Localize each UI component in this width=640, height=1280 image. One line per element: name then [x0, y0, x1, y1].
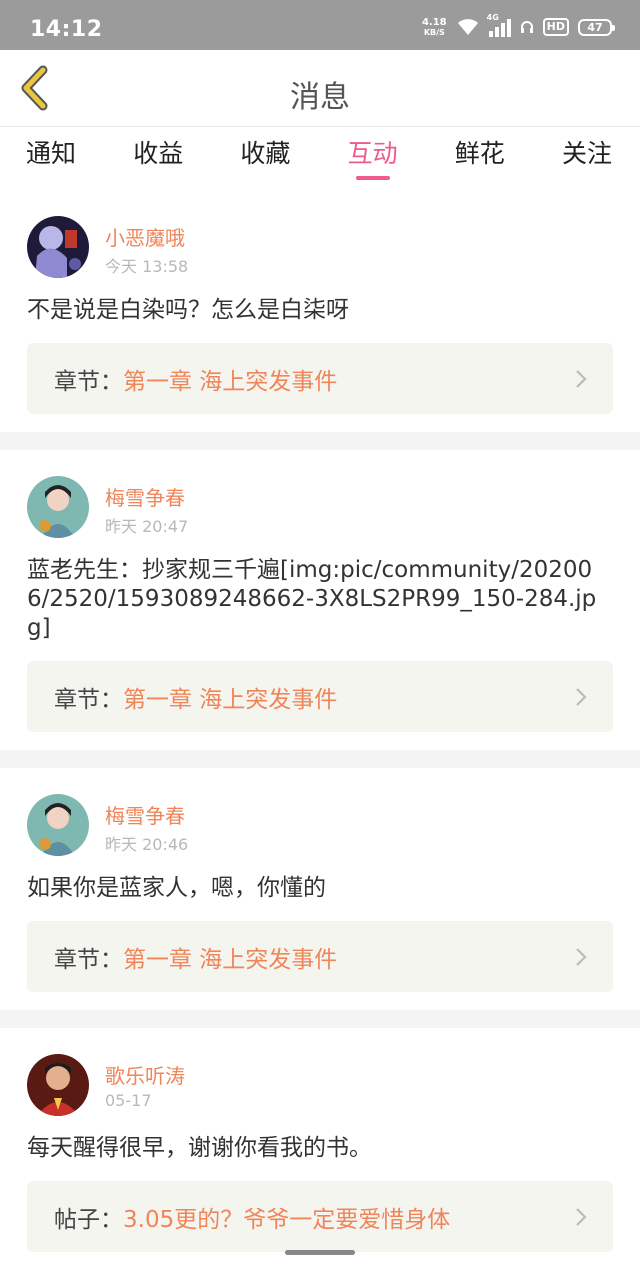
avatar[interactable]	[27, 216, 89, 278]
nav-bar: 消息	[0, 50, 640, 127]
headphone-icon	[520, 21, 533, 33]
message-text: 蓝老先生：抄家规三千遍[img:pic/community/202006/252…	[27, 557, 597, 641]
divider	[0, 1010, 640, 1028]
link-type-label: 章节：	[54, 686, 123, 713]
wifi-icon	[457, 19, 478, 35]
username[interactable]: 歌乐听涛	[105, 1060, 185, 1089]
divider	[0, 750, 640, 768]
username[interactable]: 梅雪争春	[105, 800, 185, 829]
tab-notifications[interactable]: 通知	[26, 128, 76, 188]
network-speed: 4.18 KB/S	[421, 16, 447, 37]
link-type-label: 帖子：	[54, 1206, 123, 1233]
message-card: 小恶魔哦 今天 13:58 不是说是白染吗？怎么是白柒呀 章节： 第一章 海上突…	[0, 190, 640, 432]
chevron-right-icon	[576, 1208, 587, 1226]
link-title: 第一章 海上突发事件	[123, 686, 338, 713]
message-time: 今天 13:58	[105, 257, 189, 276]
tab-interactions[interactable]: 互动	[348, 128, 398, 188]
chapter-link[interactable]: 章节： 第一章 海上突发事件	[27, 343, 613, 414]
message-text: 不是说是白染吗？怎么是白柒呀	[27, 297, 349, 323]
tab-earnings[interactable]: 收益	[133, 128, 183, 188]
avatar[interactable]	[27, 1054, 89, 1116]
link-title: 第一章 海上突发事件	[123, 946, 338, 973]
avatar[interactable]	[27, 794, 89, 856]
message-time: 05-17	[105, 1091, 152, 1110]
status-time: 14:12	[30, 17, 103, 42]
chevron-right-icon	[576, 370, 587, 388]
message-card: 梅雪争春 昨天 20:47 蓝老先生：抄家规三千遍[img:pic/commun…	[0, 450, 640, 750]
tab-flowers[interactable]: 鲜花	[455, 128, 505, 188]
tab-favorites[interactable]: 收藏	[240, 128, 290, 188]
chevron-right-icon	[576, 688, 587, 706]
link-type-label: 章节：	[54, 368, 123, 395]
page-title: 消息	[290, 80, 350, 115]
message-text: 每天醒得很早，谢谢你看我的书。	[27, 1135, 372, 1161]
username[interactable]: 梅雪争春	[105, 482, 185, 511]
divider	[0, 432, 640, 450]
message-card: 歌乐听涛 05-17 每天醒得很早，谢谢你看我的书。 帖子： 3.05更的？爷爷…	[0, 1028, 640, 1252]
battery-icon: 47	[578, 18, 615, 36]
username[interactable]: 小恶魔哦	[105, 222, 185, 251]
post-link[interactable]: 帖子： 3.05更的？爷爷一定要爱惜身体	[27, 1181, 613, 1252]
message-text: 如果你是蓝家人，嗯，你懂的	[27, 875, 326, 901]
link-title: 3.05更的？爷爷一定要爱惜身体	[123, 1206, 451, 1233]
status-icons: 4.18 KB/S 4G HD 47	[421, 13, 615, 38]
hd-badge: HD	[542, 18, 569, 36]
link-type-label: 章节：	[54, 946, 123, 973]
chevron-right-icon	[576, 948, 587, 966]
active-tab-indicator	[355, 176, 390, 180]
signal-icon: 4G	[487, 13, 511, 37]
home-indicator[interactable]	[285, 1250, 355, 1255]
network-speed-unit: KB/S	[423, 27, 445, 37]
tab-following[interactable]: 关注	[562, 128, 612, 188]
link-title: 第一章 海上突发事件	[123, 368, 338, 395]
message-card: 梅雪争春 昨天 20:46 如果你是蓝家人，嗯，你懂的 章节： 第一章 海上突发…	[0, 768, 640, 1010]
message-time: 昨天 20:46	[105, 835, 189, 854]
network-speed-value: 4.18	[421, 16, 447, 28]
battery-level: 47	[587, 20, 603, 34]
network-type: 4G	[486, 13, 499, 22]
message-time: 昨天 20:47	[105, 517, 189, 536]
avatar[interactable]	[27, 476, 89, 538]
status-bar: 14:12 4.18 KB/S 4G HD 47	[0, 0, 640, 50]
message-list: 小恶魔哦 今天 13:58 不是说是白染吗？怎么是白柒呀 章节： 第一章 海上突…	[0, 190, 640, 1252]
chapter-link[interactable]: 章节： 第一章 海上突发事件	[27, 921, 613, 992]
tab-bar: 通知 收益 收藏 互动 鲜花 关注	[0, 128, 640, 188]
chapter-link[interactable]: 章节： 第一章 海上突发事件	[27, 661, 613, 732]
